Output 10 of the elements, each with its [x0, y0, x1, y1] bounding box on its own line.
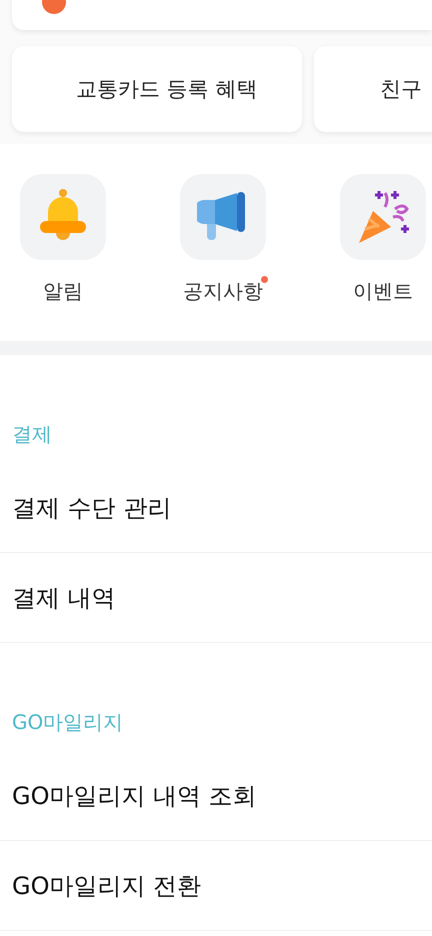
- icon-tile[interactable]: [180, 174, 266, 260]
- section-title: GO마일리지: [11, 709, 124, 736]
- icon-tile[interactable]: [340, 174, 426, 260]
- section-title: 결제: [11, 421, 53, 448]
- icon-tile[interactable]: [20, 174, 106, 260]
- menu-label: 공지사항: [183, 280, 263, 305]
- menu-label: 알림: [43, 280, 83, 305]
- menu-label: 이벤트: [353, 280, 413, 305]
- shortcut-card[interactable]: 교통카드 등록 혜택: [12, 46, 302, 132]
- shortcut-card[interactable]: 친구: [314, 46, 432, 132]
